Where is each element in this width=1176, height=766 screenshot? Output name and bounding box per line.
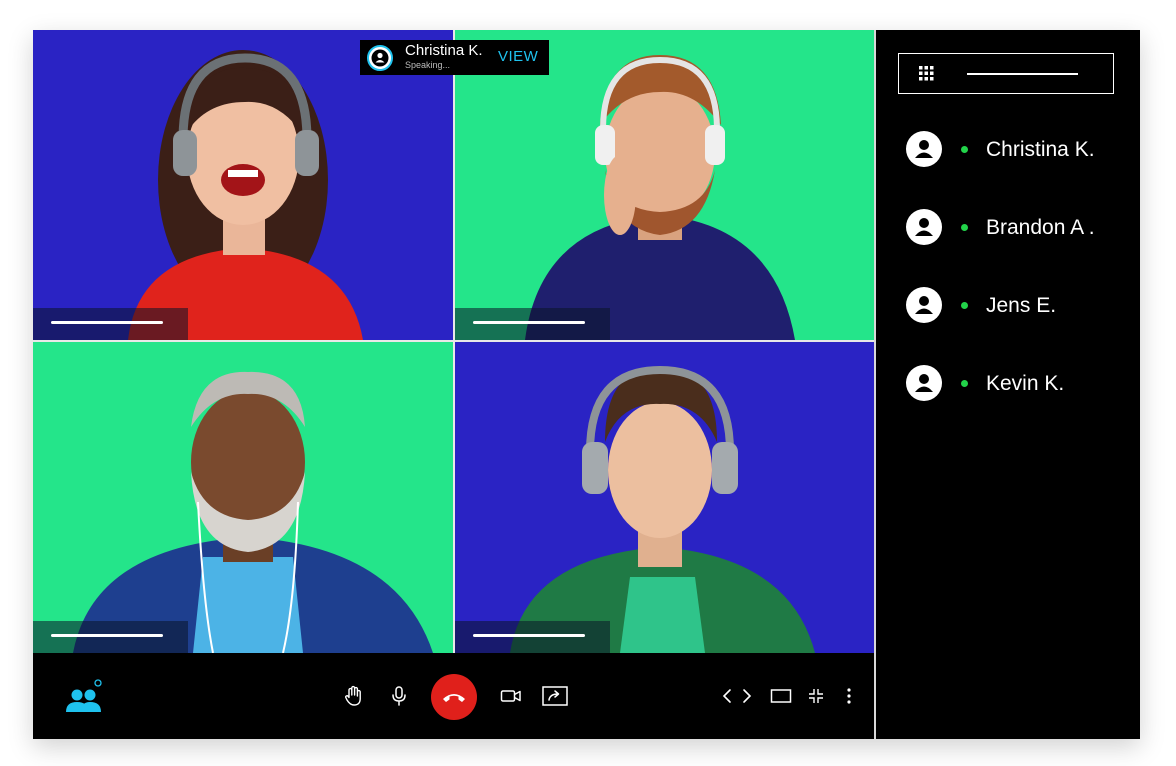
video-call-window: Christina K. Speaking... VIEW Christina … [33, 30, 1140, 739]
participants-button[interactable] [63, 677, 107, 717]
view-speaker-button[interactable]: VIEW [498, 48, 538, 65]
next-button[interactable] [739, 686, 755, 706]
user-avatar-icon [367, 45, 393, 71]
online-status-dot [961, 302, 968, 309]
call-toolbar [33, 653, 874, 739]
active-speaker-banner: Christina K. Speaking... VIEW [360, 40, 549, 75]
participant-name: Christina K. [986, 138, 1095, 161]
participant-item[interactable]: Christina K. [906, 131, 1136, 167]
participant-item[interactable]: Brandon A . [906, 209, 1136, 245]
participant-name: Jens E. [986, 294, 1057, 317]
minimize-icon [809, 689, 823, 703]
chevron-left-icon [722, 689, 731, 703]
participant-item[interactable]: Jens E. [906, 287, 1136, 323]
more-icon [847, 688, 851, 704]
user-avatar-icon [906, 365, 942, 401]
name-bar [33, 308, 188, 340]
participant-search-field[interactable] [898, 53, 1114, 94]
user-avatar-icon [906, 131, 942, 167]
name-bar [33, 621, 188, 653]
name-bar [455, 308, 610, 340]
participants-panel: Christina K. Brandon A . Jens E. Kevin K… [876, 30, 1140, 739]
online-status-dot [961, 380, 968, 387]
microphone-button[interactable] [389, 685, 409, 707]
user-avatar-icon [906, 209, 942, 245]
speaker-status: Speaking... [405, 60, 451, 70]
share-screen-button[interactable] [541, 684, 569, 708]
grid-icon [919, 66, 934, 81]
raise-hand-button[interactable] [343, 685, 365, 707]
online-status-dot [961, 224, 968, 231]
name-bar [455, 621, 610, 653]
previous-button[interactable] [719, 686, 735, 706]
video-tile-jens[interactable] [33, 342, 453, 653]
participant-name: Kevin K. [986, 372, 1065, 395]
search-placeholder-line [967, 73, 1078, 75]
video-grid: Christina K. Speaking... VIEW [33, 30, 874, 653]
speaker-name: Christina K. [405, 42, 483, 59]
minimize-button[interactable] [806, 687, 826, 705]
participant-item[interactable]: Kevin K. [906, 365, 1136, 401]
online-status-dot [961, 146, 968, 153]
microphone-icon [392, 686, 406, 706]
chevron-right-icon [743, 689, 752, 703]
camera-icon [500, 690, 521, 702]
share-screen-icon [542, 686, 568, 706]
raise-hand-icon [345, 685, 361, 706]
video-tile-brandon[interactable] [455, 30, 874, 340]
camera-button[interactable] [499, 686, 523, 706]
participant-name: Brandon A . [986, 216, 1095, 239]
layout-button[interactable] [770, 687, 792, 705]
end-call-icon [443, 694, 465, 702]
grid-divider [33, 340, 874, 342]
participants-icon [66, 679, 102, 712]
video-tile-christina[interactable] [33, 30, 453, 340]
end-call-button[interactable] [431, 674, 477, 720]
more-options-button[interactable] [843, 686, 855, 706]
user-avatar-icon [906, 287, 942, 323]
video-tile-kevin[interactable] [455, 342, 874, 653]
layout-icon [770, 689, 792, 703]
